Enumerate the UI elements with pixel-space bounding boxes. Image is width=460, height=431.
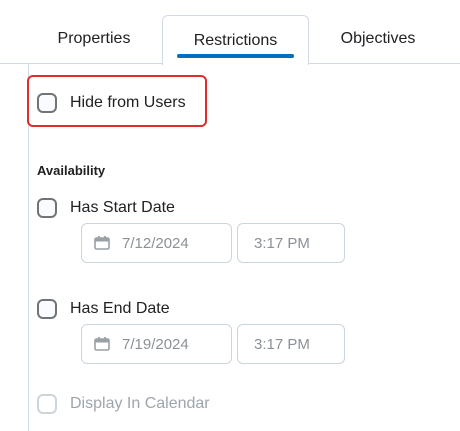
has-start-date-label: Has Start Date bbox=[70, 199, 175, 216]
has-end-date-checkbox[interactable] bbox=[37, 299, 57, 319]
availability-heading: Availability bbox=[37, 163, 106, 178]
start-date-input[interactable]: 7/12/2024 bbox=[81, 223, 232, 263]
has-start-date-checkbox[interactable] bbox=[37, 198, 57, 218]
hide-from-users-checkbox[interactable] bbox=[37, 93, 57, 113]
end-time-value: 3:17 PM bbox=[254, 335, 310, 353]
tab-objectives-label: Objectives bbox=[340, 30, 416, 47]
hide-from-users-label: Hide from Users bbox=[70, 94, 186, 111]
display-in-calendar-checkbox bbox=[37, 394, 57, 414]
has-end-date-row[interactable]: Has End Date bbox=[37, 299, 170, 319]
start-time-input[interactable]: 3:17 PM bbox=[237, 223, 345, 263]
start-time-value: 3:17 PM bbox=[254, 234, 310, 252]
tab-objectives[interactable]: Objectives bbox=[314, 14, 442, 64]
active-tab-indicator bbox=[177, 54, 294, 58]
end-date-input[interactable]: 7/19/2024 bbox=[81, 324, 232, 364]
hide-from-users-row[interactable]: Hide from Users bbox=[37, 93, 186, 113]
start-date-value: 7/12/2024 bbox=[122, 234, 189, 252]
tab-properties[interactable]: Properties bbox=[30, 14, 158, 64]
tab-restrictions-label: Restrictions bbox=[193, 31, 278, 49]
tab-properties-label: Properties bbox=[57, 30, 131, 47]
tab-restrictions[interactable]: Restrictions bbox=[162, 15, 309, 65]
display-in-calendar-row: Display In Calendar bbox=[37, 394, 210, 414]
end-time-input[interactable]: 3:17 PM bbox=[237, 324, 345, 364]
has-end-date-label: Has End Date bbox=[70, 300, 170, 317]
tab-bar: Properties Restrictions Objectives bbox=[0, 0, 460, 65]
end-date-value: 7/19/2024 bbox=[122, 335, 189, 353]
calendar-icon bbox=[94, 236, 110, 250]
has-start-date-row[interactable]: Has Start Date bbox=[37, 198, 175, 218]
display-in-calendar-label: Display In Calendar bbox=[70, 395, 210, 412]
calendar-icon bbox=[94, 337, 110, 351]
